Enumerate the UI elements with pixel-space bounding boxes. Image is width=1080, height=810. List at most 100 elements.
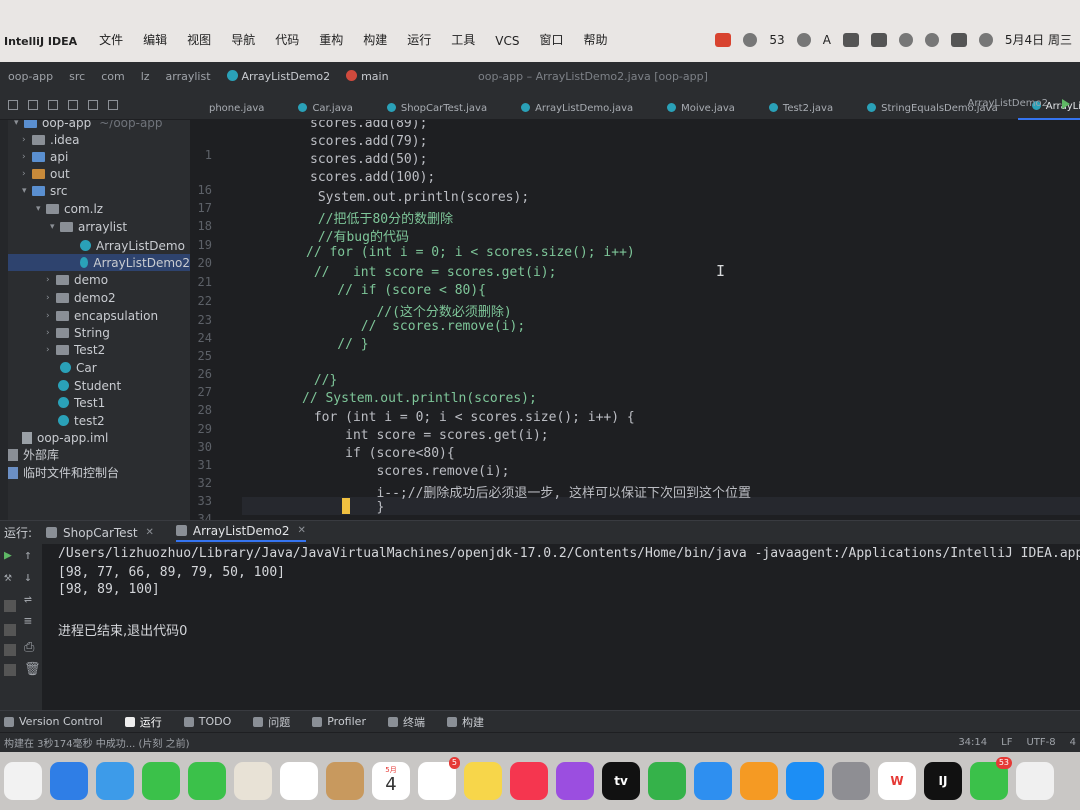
tree-node-student[interactable]: Student [58,377,121,394]
menu-help[interactable]: 帮助 [584,31,608,48]
menu-edit[interactable]: 编辑 [143,31,167,48]
control-center-icon[interactable] [950,32,967,47]
tab-arraylistdemo[interactable]: ArrayListDemo.java [507,102,653,120]
tree-node-idea[interactable]: › .idea [22,131,80,148]
line-separator[interactable]: LF [1001,737,1012,748]
tree-node-arraylist[interactable]: ▾ arraylist [50,218,127,235]
menu-view[interactable]: 视图 [187,31,211,48]
battery-icon[interactable] [870,32,887,47]
menu-run[interactable]: 运行 [407,31,431,48]
gear-icon[interactable] [88,99,98,110]
scroll-end-icon[interactable]: ≡ [24,614,36,629]
hide-icon[interactable] [108,99,118,110]
launchpad-icon[interactable] [4,762,42,800]
run-console[interactable]: ▶ ⚒ ↑ ↓ ⇌ ≡ ⎙ 🗑 /Users/lizhuozhuo/Librar… [0,544,1080,710]
menu-build[interactable]: 构建 [363,31,387,48]
chevron-down-icon[interactable]: ▾ [22,186,32,196]
arrow-down-icon[interactable]: ↓ [24,570,36,585]
tool-version-control[interactable]: Version Control [4,715,103,728]
tree-node-src[interactable]: ▾ src [22,182,68,199]
tree-node-demo2[interactable]: › demo2 [46,289,116,306]
tree-node-encapsulation[interactable]: › encapsulation [46,307,158,324]
keynote-icon[interactable] [694,762,732,800]
stop-icon[interactable] [4,600,16,612]
tree-node-out[interactable]: › out [22,165,70,182]
input-method[interactable]: A [823,33,831,47]
breadcrumb-class[interactable]: ArrayListDemo2 [226,69,330,83]
chevron-down-icon[interactable]: ▾ [14,120,24,128]
tab-test2[interactable]: Test2.java [755,102,853,120]
chevron-down-icon[interactable]: ▾ [36,204,46,214]
tree-node-test2[interactable]: test2 [58,412,105,429]
expand-all-icon[interactable] [48,99,58,110]
tool-todo[interactable]: TODO [183,715,231,728]
mail-icon[interactable] [96,762,134,800]
tree-node-scratches[interactable]: 临时文件和控制台 [8,464,119,481]
system-settings-icon[interactable] [832,762,870,800]
siri-icon[interactable] [978,32,993,47]
breadcrumb-arraylist[interactable]: arraylist [166,70,211,83]
caret-position[interactable]: 34:14 [958,737,987,748]
tree-node-demo[interactable]: › demo [46,271,108,288]
run-tab-shopcartest[interactable]: ShopCarTest ✕ [46,526,154,540]
clock-date[interactable]: 5月4日 周三 [1005,31,1072,48]
app-menu[interactable]: IntelliJ IDEA [4,35,77,48]
bluetooth-icon[interactable] [842,32,859,47]
music-icon[interactable] [510,762,548,800]
tree-node-test2-folder[interactable]: › Test2 [46,341,105,358]
rerun-icon[interactable]: ▶ [4,548,16,563]
tool-build[interactable]: 构建 [446,714,484,730]
tab-phone[interactable]: phone.java [195,103,284,120]
chevron-right-icon[interactable]: › [46,293,56,303]
project-view-icon[interactable] [8,99,18,110]
maps-icon[interactable] [234,762,272,800]
photos-icon[interactable] [280,762,318,800]
wps-tray-icon[interactable] [715,32,732,47]
pin-icon[interactable] [4,664,16,676]
breadcrumb-src[interactable]: src [69,70,85,83]
breadcrumb-method[interactable]: main [346,69,389,83]
tree-root[interactable]: ▾ oop-app ~/oop-app [14,120,163,131]
menu-tools[interactable]: 工具 [451,31,475,48]
messages-icon[interactable] [188,762,226,800]
app-store-icon[interactable] [786,762,824,800]
tree-node-comlz[interactable]: ▾ com.lz [36,200,103,217]
menu-vcs[interactable]: VCS [495,34,519,48]
tool-terminal[interactable]: 终端 [387,714,425,730]
run-icon[interactable] [1062,98,1070,109]
preview-icon[interactable] [1016,762,1054,800]
chevron-down-icon[interactable]: ▾ [50,222,60,232]
close-icon[interactable]: ✕ [298,525,306,536]
menu-refactor[interactable]: 重构 [319,31,343,48]
tree-node-arraylistdemo[interactable]: ArrayListDemo [80,237,185,254]
arrow-up-icon[interactable]: ↑ [24,548,36,563]
chevron-right-icon[interactable]: › [22,169,32,179]
file-encoding[interactable]: UTF-8 [1026,737,1055,748]
soft-wrap-icon[interactable]: ⇌ [24,592,36,607]
breadcrumb-lz[interactable]: lz [141,70,150,83]
camera-icon[interactable] [4,624,16,636]
podcasts-icon[interactable] [556,762,594,800]
record-icon[interactable] [796,32,811,47]
close-icon[interactable]: ✕ [146,527,154,538]
run-tab-arraylistdemo2[interactable]: ArrayListDemo2 ✕ [175,524,306,542]
tool-problems[interactable]: 问题 [253,714,290,730]
tree-node-api[interactable]: › api [22,148,68,165]
tree-node-test1[interactable]: Test1 [58,394,105,411]
intellij-icon[interactable]: IJ [924,762,962,800]
print-icon[interactable]: ⎙ [24,640,36,655]
numbers-icon[interactable] [648,762,686,800]
wechat-icon[interactable]: 53 [970,757,1012,800]
tool-run[interactable]: 运行 [124,714,162,730]
menu-navigate[interactable]: 导航 [231,31,255,48]
pages-icon[interactable] [740,762,778,800]
trash-icon[interactable]: 🗑 [24,662,41,677]
tree-node-iml[interactable]: oop-app.iml [22,429,108,446]
chevron-right-icon[interactable]: › [22,135,32,145]
tree-node-string[interactable]: › String [46,324,110,341]
breadcrumb-com[interactable]: com [101,70,125,83]
wechat-tray-icon[interactable] [743,32,758,47]
tab-moive[interactable]: Moive.java [653,102,755,120]
facetime-icon[interactable] [142,762,180,800]
tree-node-car[interactable]: Car [60,359,97,376]
